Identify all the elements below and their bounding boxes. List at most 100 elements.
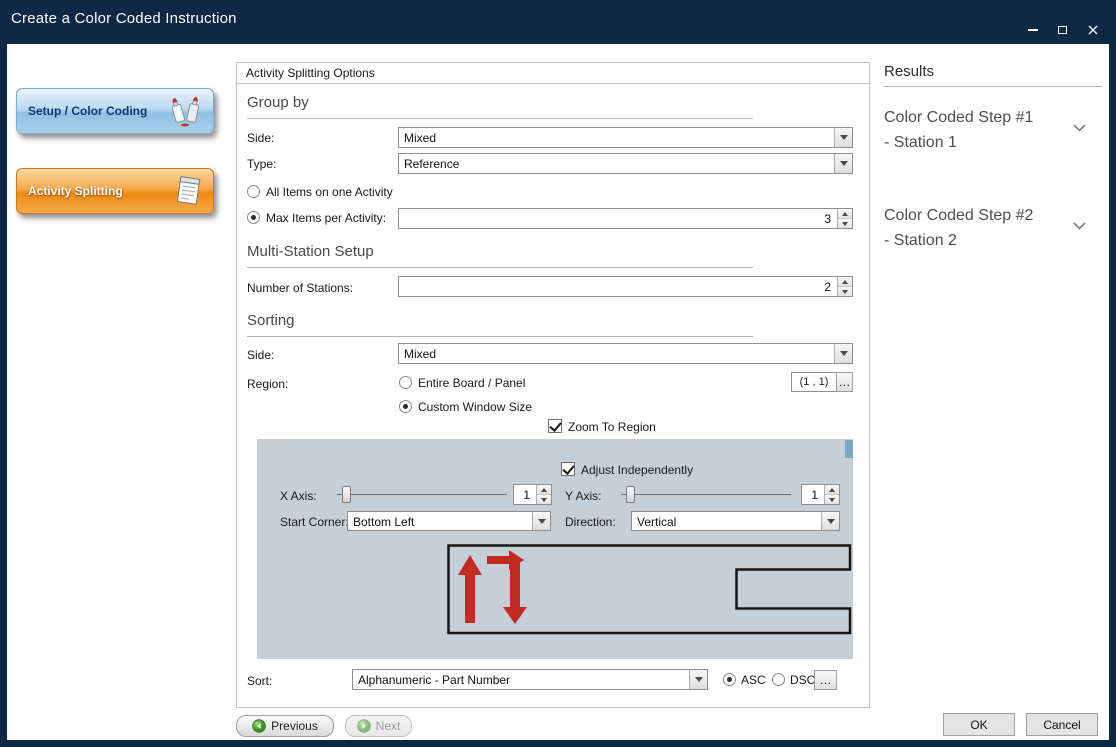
chevron-down-icon bbox=[829, 498, 835, 502]
color-coding-icon bbox=[165, 94, 205, 128]
chevron-up-icon bbox=[829, 488, 835, 492]
spin-up-button[interactable] bbox=[537, 485, 551, 494]
next-icon bbox=[357, 719, 371, 733]
next-button[interactable]: Next bbox=[345, 715, 412, 737]
sort-value: Alphanumeric - Part Number bbox=[358, 673, 687, 687]
window-title: Create a Color Coded Instruction bbox=[11, 10, 237, 27]
start-corner-label: Start Corner: bbox=[280, 515, 349, 529]
ok-button-label: OK bbox=[970, 718, 987, 732]
side-label: Side: bbox=[247, 131, 274, 145]
spinner-buttons bbox=[824, 485, 839, 504]
sidebar-item-activity-splitting[interactable]: Activity Splitting bbox=[16, 168, 214, 214]
custom-window-radio-label: Custom Window Size bbox=[418, 400, 532, 414]
spin-down-button[interactable] bbox=[537, 494, 551, 504]
maximize-icon bbox=[1058, 26, 1067, 34]
ok-button[interactable]: OK bbox=[943, 713, 1015, 736]
dialog-window: Create a Color Coded Instruction Setup /… bbox=[0, 0, 1116, 747]
cancel-button-label: Cancel bbox=[1043, 718, 1080, 732]
slider-track bbox=[337, 494, 507, 495]
chevron-up-icon bbox=[541, 488, 547, 492]
spinner-buttons bbox=[536, 485, 551, 504]
dropdown-arrow-button[interactable] bbox=[834, 154, 852, 173]
results-heading: Results bbox=[884, 63, 1102, 87]
group-by-type-dropdown[interactable]: Reference bbox=[398, 153, 853, 174]
max-items-radio[interactable] bbox=[247, 211, 260, 224]
board-outline-diagram bbox=[447, 544, 852, 635]
spinner-buttons bbox=[837, 277, 852, 296]
spin-up-button[interactable] bbox=[825, 485, 839, 494]
sorting-side-dropdown[interactable]: Mixed bbox=[398, 343, 853, 364]
result-item-subtitle: - Station 2 bbox=[884, 232, 957, 250]
maximize-button[interactable] bbox=[1055, 24, 1070, 36]
group-by-side-dropdown[interactable]: Mixed bbox=[398, 127, 853, 148]
result-expand-chevron-icon[interactable] bbox=[1073, 222, 1086, 230]
minimize-button[interactable] bbox=[1025, 24, 1040, 36]
sorting-side-label: Side: bbox=[247, 348, 274, 362]
region-label: Region: bbox=[247, 377, 288, 391]
custom-window-radio[interactable] bbox=[399, 400, 412, 413]
close-button[interactable] bbox=[1085, 24, 1100, 36]
x-axis-spinner[interactable]: 1 bbox=[513, 484, 552, 505]
dropdown-arrow-button[interactable] bbox=[821, 512, 839, 530]
zoom-to-region-label: Zoom To Region bbox=[568, 420, 656, 434]
sort-asc-radio[interactable] bbox=[723, 673, 736, 686]
adjust-independently-checkbox[interactable] bbox=[561, 462, 575, 476]
max-items-spinner[interactable]: 3 bbox=[398, 208, 853, 229]
scrollbar-indicator[interactable] bbox=[845, 440, 853, 458]
chevron-up-icon bbox=[842, 280, 848, 284]
y-axis-slider-thumb[interactable] bbox=[626, 486, 635, 503]
all-items-radio[interactable] bbox=[247, 185, 260, 198]
sorting-side-value: Mixed bbox=[404, 347, 832, 361]
window-controls bbox=[1025, 24, 1100, 36]
y-axis-slider[interactable] bbox=[621, 486, 791, 503]
adjust-independently-label: Adjust Independently bbox=[581, 463, 693, 477]
chevron-down-icon bbox=[538, 519, 546, 524]
section-heading-multi-station: Multi-Station Setup bbox=[247, 243, 753, 268]
region-browse-button[interactable]: … bbox=[836, 372, 853, 392]
spin-up-button[interactable] bbox=[838, 277, 852, 286]
spin-down-button[interactable] bbox=[838, 286, 852, 296]
start-corner-dropdown[interactable]: Bottom Left bbox=[347, 511, 551, 531]
chevron-up-icon bbox=[842, 212, 848, 216]
number-of-stations-spinner[interactable]: 2 bbox=[398, 276, 853, 297]
y-axis-spinner[interactable]: 1 bbox=[801, 484, 840, 505]
all-items-radio-label: All Items on one Activity bbox=[266, 185, 393, 199]
spin-down-button[interactable] bbox=[825, 494, 839, 504]
dropdown-arrow-button[interactable] bbox=[689, 670, 707, 689]
next-button-label: Next bbox=[376, 719, 401, 733]
spin-down-button[interactable] bbox=[838, 218, 852, 228]
result-expand-chevron-icon[interactable] bbox=[1073, 124, 1086, 132]
x-axis-slider[interactable] bbox=[337, 486, 507, 503]
result-item-subtitle: - Station 1 bbox=[884, 134, 957, 152]
sort-options-button[interactable]: … bbox=[814, 670, 837, 690]
sort-dropdown[interactable]: Alphanumeric - Part Number bbox=[352, 669, 708, 690]
region-coordinates-field[interactable]: (1 , 1) bbox=[791, 372, 837, 392]
x-axis-value: 1 bbox=[523, 488, 530, 502]
previous-button[interactable]: Previous bbox=[236, 715, 334, 737]
section-heading-group-by: Group by bbox=[247, 94, 753, 119]
entire-board-radio[interactable] bbox=[399, 376, 412, 389]
dropdown-arrow-button[interactable] bbox=[532, 512, 550, 530]
ellipsis-icon: … bbox=[839, 376, 851, 388]
dropdown-arrow-button[interactable] bbox=[834, 128, 852, 147]
sort-asc-label: ASC bbox=[741, 673, 766, 687]
direction-dropdown[interactable]: Vertical bbox=[631, 511, 840, 531]
result-item-title[interactable]: Color Coded Step #2 bbox=[884, 207, 1033, 225]
sidebar-item-setup-color-coding[interactable]: Setup / Color Coding bbox=[16, 88, 214, 134]
type-label: Type: bbox=[247, 157, 276, 171]
options-groupbox-title: Activity Splitting Options bbox=[237, 63, 869, 84]
x-axis-slider-thumb[interactable] bbox=[342, 486, 351, 503]
sort-dsc-radio[interactable] bbox=[772, 673, 785, 686]
x-axis-label: X Axis: bbox=[280, 489, 317, 503]
zoom-to-region-checkbox[interactable] bbox=[548, 419, 562, 433]
sort-label: Sort: bbox=[247, 674, 272, 688]
direction-value: Vertical bbox=[637, 515, 819, 529]
result-item-title[interactable]: Color Coded Step #1 bbox=[884, 109, 1033, 127]
chevron-down-icon bbox=[840, 135, 848, 140]
cancel-button[interactable]: Cancel bbox=[1026, 713, 1098, 736]
previous-icon bbox=[252, 719, 266, 733]
dropdown-arrow-button[interactable] bbox=[834, 344, 852, 363]
minimize-icon bbox=[1028, 29, 1038, 31]
spin-up-button[interactable] bbox=[838, 209, 852, 218]
y-axis-label: Y Axis: bbox=[565, 489, 601, 503]
